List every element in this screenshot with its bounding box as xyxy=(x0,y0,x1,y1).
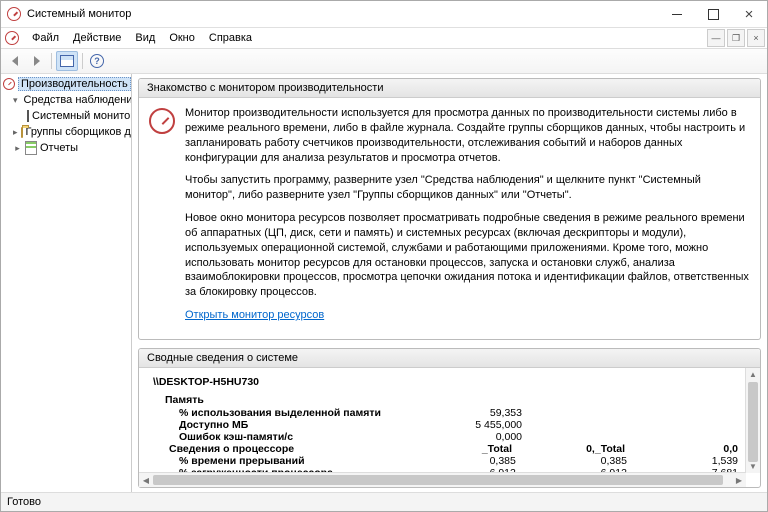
window-title: Системный монитор xyxy=(27,8,131,20)
menu-file[interactable]: Файл xyxy=(25,30,66,46)
intro-paragraph-3: Новое окно монитора ресурсов позволяет п… xyxy=(185,211,750,300)
app-menu-icon xyxy=(5,31,19,45)
scroll-left-icon[interactable]: ◀ xyxy=(139,473,153,487)
tree-node-reports[interactable]: ▸ Отчеты xyxy=(13,140,131,156)
table-row: Доступно МБ 5 455,000 xyxy=(175,419,742,431)
report-icon xyxy=(25,141,37,155)
table-row: % времени прерываний 0,385 0,385 1,539 xyxy=(175,455,742,467)
mdi-min-button[interactable]: — xyxy=(707,29,725,47)
expand-icon[interactable]: ▸ xyxy=(13,128,18,137)
folder-icon xyxy=(21,127,23,138)
section-cpu-header: Сведения о процессоре _Total 0,_Total 0,… xyxy=(175,443,742,455)
tree-node-system-monitor[interactable]: Системный монитор xyxy=(27,108,131,124)
system-summary-panel: Сводные сведения о системе \\DESKTOP-H5H… xyxy=(138,348,761,488)
system-summary-header: Сводные сведения о системе xyxy=(139,349,760,368)
maximize-button[interactable] xyxy=(695,2,731,26)
tree-node-data-collector-sets[interactable]: ▸ Группы сборщиков данных xyxy=(13,124,131,140)
expand-icon[interactable]: ▸ xyxy=(13,144,22,153)
collapse-icon[interactable]: ▾ xyxy=(13,96,18,105)
app-icon xyxy=(7,7,21,21)
back-button[interactable] xyxy=(5,52,25,70)
navigation-tree[interactable]: Производительность ▾ Средства наблюдения… xyxy=(1,74,132,492)
sysmon-icon xyxy=(27,110,29,122)
vertical-scrollbar[interactable]: ▲ ▼ xyxy=(745,368,760,473)
toolbar: ? xyxy=(1,49,767,74)
intro-paragraph-2: Чтобы запустить программу, разверните уз… xyxy=(185,173,750,203)
tree-node-monitoring-tools[interactable]: ▾ Средства наблюдения xyxy=(13,92,131,108)
intro-panel-header: Знакомство с монитором производительност… xyxy=(139,79,760,98)
perf-monitor-icon xyxy=(149,108,175,134)
section-memory-title: Память xyxy=(165,394,742,406)
summary-hostname: \\DESKTOP-H5HU730 xyxy=(153,376,742,388)
menu-window[interactable]: Окно xyxy=(162,30,202,46)
perf-icon xyxy=(3,78,15,90)
status-text: Готово xyxy=(7,496,41,508)
intro-panel: Знакомство с монитором производительност… xyxy=(138,78,761,340)
minimize-button[interactable] xyxy=(659,2,695,26)
tree-node-performance[interactable]: Производительность xyxy=(3,76,131,92)
menu-bar: Файл Действие Вид Окно Справка — ❐ × xyxy=(1,28,767,49)
close-button[interactable]: × xyxy=(731,2,767,26)
menu-action[interactable]: Действие xyxy=(66,30,128,46)
menu-view[interactable]: Вид xyxy=(128,30,162,46)
intro-paragraph-1: Монитор производительности используется … xyxy=(185,106,750,165)
forward-button[interactable] xyxy=(27,52,47,70)
scroll-right-icon[interactable]: ▶ xyxy=(732,473,746,487)
mdi-close-button[interactable]: × xyxy=(747,29,765,47)
table-row: % использования выделенной памяти 59,353 xyxy=(175,407,742,419)
show-hide-tree-button[interactable] xyxy=(56,51,78,71)
title-bar: Системный монитор × xyxy=(1,1,767,28)
open-resource-monitor-link[interactable]: Открыть монитор ресурсов xyxy=(185,309,324,321)
horizontal-scrollbar[interactable]: ◀ ▶ xyxy=(139,472,746,487)
table-row: Ошибок кэш-памяти/с 0,000 xyxy=(175,431,742,443)
system-summary-content: \\DESKTOP-H5HU730 Память % использования… xyxy=(139,368,746,473)
scroll-thumb-h[interactable] xyxy=(153,475,723,485)
help-button[interactable]: ? xyxy=(87,52,107,70)
mdi-restore-button[interactable]: ❐ xyxy=(727,29,745,47)
scroll-up-icon[interactable]: ▲ xyxy=(746,368,760,382)
status-bar: Готово xyxy=(1,492,767,511)
menu-help[interactable]: Справка xyxy=(202,30,259,46)
scroll-thumb-v[interactable] xyxy=(748,382,758,462)
